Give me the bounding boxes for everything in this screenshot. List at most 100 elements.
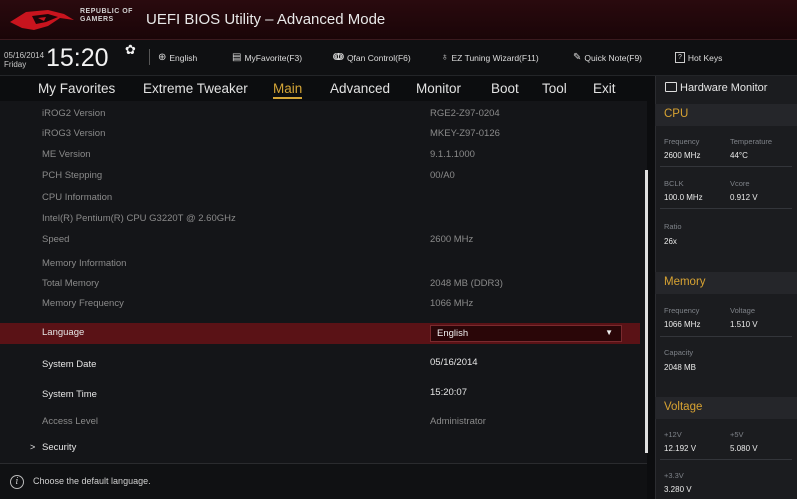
row-value: MKEY-Z97-0126 — [430, 128, 500, 139]
info-row: Speed 2600 MHz — [0, 230, 640, 251]
bulb-icon: ♁ — [441, 52, 449, 63]
system-date-label: System Date — [42, 359, 97, 370]
vcore-label: Vcore — [730, 179, 750, 188]
title-bar: REPUBLIC OF GAMERS UEFI BIOS Utility – A… — [0, 0, 797, 40]
row-value: 00/A0 — [430, 170, 455, 181]
memory-voltage-label: Voltage — [730, 306, 756, 315]
date-text: 05/16/2014 — [4, 51, 45, 60]
language-dropdown[interactable]: English ▼ — [430, 325, 622, 342]
memory-section-header: Memory — [655, 272, 797, 294]
main-panel: iROG2 Version RGE2-Z97-0204 iROG3 Versio… — [0, 101, 647, 463]
hot-keys-button[interactable]: ? Hot Keys — [675, 52, 722, 63]
info-row: iROG3 Version MKEY-Z97-0126 — [0, 124, 640, 145]
row-label: Memory Information — [42, 258, 127, 269]
favorite-list-icon: ▤ — [232, 52, 242, 63]
qfan-control-button[interactable]: ↈ Qfan Control(F6) — [333, 52, 411, 63]
v12-value: 12.192 V — [664, 444, 697, 453]
system-time-value[interactable]: 15:20:07 — [430, 387, 467, 398]
tab-main[interactable]: Main — [273, 81, 303, 99]
language-row[interactable]: Language English ▼ — [0, 323, 640, 344]
cpu-section-header: CPU — [655, 104, 797, 126]
v33-value: 3.280 V — [664, 485, 692, 494]
brand-line1: REPUBLIC OF — [80, 8, 133, 15]
info-row: iROG2 Version RGE2-Z97-0204 — [0, 104, 640, 125]
row-label: iROG2 Version — [42, 108, 106, 119]
cpu-frequency-value: 2600 MHz — [664, 151, 701, 160]
cpu-temperature-label: Temperature — [730, 137, 773, 146]
monitor-icon — [665, 82, 677, 92]
brand-text: REPUBLIC OF GAMERS — [80, 8, 133, 24]
voltage-section-header: Voltage — [655, 397, 797, 419]
memory-frequency-value: 1066 MHz — [664, 320, 701, 329]
ratio-value: 26x — [664, 237, 677, 246]
divider — [660, 459, 792, 460]
system-date-value[interactable]: 05/16/2014 — [430, 357, 478, 368]
system-time-row[interactable]: System Time 15:20:07 — [0, 385, 640, 406]
language-label: English — [169, 52, 198, 63]
row-value: 2048 MB (DDR3) — [430, 278, 503, 289]
memory-capacity-label: Capacity — [664, 348, 694, 357]
quick-note-button[interactable]: ✎ Quick Note(F9) — [573, 52, 642, 63]
tab-tool[interactable]: Tool — [542, 81, 567, 96]
clock: 15:20 — [46, 44, 109, 72]
info-row: PCH Stepping 00/A0 — [0, 166, 640, 187]
row-value: 2600 MHz — [430, 234, 474, 245]
cpu-section-title: CPU — [664, 108, 689, 120]
row-value: RGE2-Z97-0204 — [430, 108, 500, 119]
v5-value: 5.080 V — [730, 444, 758, 453]
row-label: Intel(R) Pentium(R) CPU G3220T @ 2.60GHz — [42, 213, 236, 224]
voltage-section-title: Voltage — [664, 401, 703, 413]
ez-tuning-label: EZ Tuning Wizard(F11) — [451, 52, 539, 63]
tab-my-favorites[interactable]: My Favorites — [38, 81, 115, 96]
language-button[interactable]: ⊕ English — [158, 52, 197, 63]
bclk-value: 100.0 MHz — [664, 193, 703, 202]
help-icon: ? — [675, 52, 685, 63]
rog-eye-logo-icon — [10, 10, 74, 30]
scrollbar[interactable] — [645, 170, 648, 453]
vcore-value: 0.912 V — [730, 193, 758, 202]
info-row: Intel(R) Pentium(R) CPU G3220T @ 2.60GHz — [0, 209, 640, 230]
ez-tuning-wizard-button[interactable]: ♁ EZ Tuning Wizard(F11) — [441, 52, 539, 63]
row-value: 1066 MHz — [430, 298, 474, 309]
globe-icon: ⊕ — [158, 52, 167, 63]
bclk-label: BCLK — [664, 179, 684, 188]
note-icon: ✎ — [573, 52, 582, 63]
v12-label: +12V — [664, 430, 682, 439]
info-row: Memory Information — [0, 254, 640, 275]
v5-label: +5V — [730, 430, 744, 439]
row-label: Speed — [42, 234, 70, 245]
hot-keys-label: Hot Keys — [687, 52, 723, 63]
access-level-value: Administrator — [430, 416, 486, 427]
app-title: UEFI BIOS Utility – Advanced Mode — [146, 11, 386, 28]
brand-line2: GAMERS — [80, 16, 114, 23]
security-row[interactable]: > Security — [0, 438, 640, 459]
language-value: English — [437, 328, 469, 339]
gear-icon[interactable]: ✿ — [125, 42, 136, 58]
security-label: Security — [42, 442, 77, 453]
tab-advanced[interactable]: Advanced — [330, 81, 390, 96]
cpu-frequency-label: Frequency — [664, 137, 700, 146]
system-date-row[interactable]: System Date 05/16/2014 — [0, 355, 640, 376]
tab-monitor[interactable]: Monitor — [416, 81, 461, 96]
memory-section-title: Memory — [664, 276, 706, 288]
info-row: CPU Information — [0, 188, 640, 209]
fan-icon: ↈ — [333, 52, 344, 63]
row-label: iROG3 Version — [42, 128, 106, 139]
tab-boot[interactable]: Boot — [491, 81, 519, 96]
info-row: Total Memory 2048 MB (DDR3) — [0, 274, 640, 295]
access-level-row: Access Level Administrator — [0, 412, 640, 433]
divider — [660, 166, 792, 167]
myfavorite-button[interactable]: ▤ MyFavorite(F3) — [232, 52, 302, 63]
main-nav: My Favorites Extreme Tweaker Main Advanc… — [0, 76, 647, 101]
divider — [660, 208, 792, 209]
info-icon: i — [10, 475, 24, 489]
tab-exit[interactable]: Exit — [593, 81, 616, 96]
language-label: Language — [42, 327, 85, 338]
v33-label: +3.3V — [664, 471, 684, 480]
tab-extreme-tweaker[interactable]: Extreme Tweaker — [143, 81, 248, 96]
hardware-monitor-title: Hardware Monitor — [665, 82, 767, 94]
row-label: ME Version — [42, 149, 91, 160]
hardware-monitor-label: Hardware Monitor — [680, 82, 768, 94]
info-row: Memory Frequency 1066 MHz — [0, 294, 640, 315]
cpu-temperature-value: 44°C — [730, 151, 748, 160]
